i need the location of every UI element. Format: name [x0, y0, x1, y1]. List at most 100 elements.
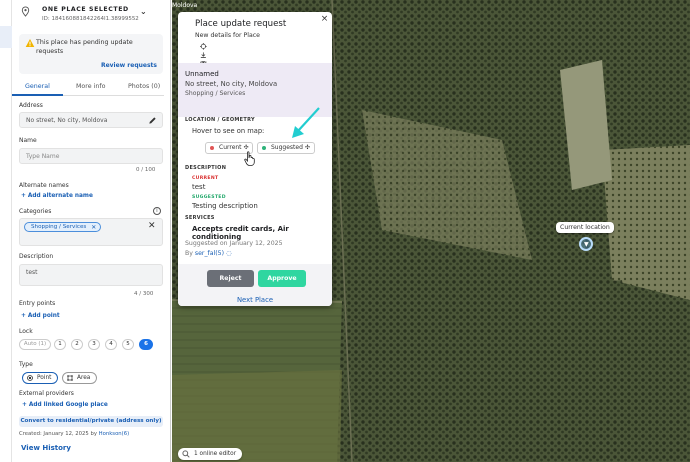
- add-google-place-link[interactable]: + Add linked Google place: [22, 402, 108, 408]
- suggested-description: Testing description: [192, 202, 258, 210]
- left-gutter: [0, 0, 12, 462]
- lock-3[interactable]: 3: [88, 339, 100, 350]
- lock-label: Lock: [19, 328, 33, 335]
- lock-2[interactable]: 2: [71, 339, 83, 350]
- address-field[interactable]: No street, No city, Moldova: [19, 112, 163, 128]
- suggested-pill-label: Suggested: [271, 144, 303, 151]
- name-counter: 0 / 100: [136, 167, 156, 173]
- description-value: test: [26, 269, 38, 276]
- pending-update-alert: This place has pending update requests R…: [19, 34, 163, 74]
- lock-1[interactable]: 1: [54, 339, 66, 350]
- lock-5[interactable]: 5: [122, 339, 134, 350]
- next-place-link[interactable]: Next Place: [178, 296, 332, 304]
- suggested-tag: SUGGESTED: [192, 195, 226, 200]
- type-label: Type: [19, 361, 33, 368]
- name-input[interactable]: Type Name: [19, 148, 163, 164]
- alternate-names-label: Alternate names: [19, 182, 69, 189]
- description-counter: 4 / 300: [134, 291, 154, 297]
- current-tag: CURRENT: [192, 176, 219, 181]
- lock-4[interactable]: 4: [105, 339, 117, 350]
- suggested-dot-icon: [262, 146, 266, 150]
- services-section-heading: SERVICES: [185, 215, 215, 221]
- category-chip[interactable]: Shopping / Services ✕: [24, 222, 102, 232]
- crosshair-icon[interactable]: [200, 43, 207, 50]
- type-point-button[interactable]: Point: [22, 372, 59, 384]
- popup-toolbar: [199, 43, 208, 76]
- approve-button[interactable]: Approve: [258, 270, 306, 287]
- location-section-heading: LOCATION / GEOMETRY: [185, 117, 255, 123]
- category-chip-label: Shopping / Services: [31, 224, 87, 230]
- categories-field[interactable]: Shopping / Services ✕ ✕: [19, 218, 163, 246]
- place-name: Unnamed: [185, 70, 219, 78]
- current-dot-icon: [210, 146, 214, 150]
- categories-label: Categories: [19, 208, 52, 215]
- name-label: Name: [19, 137, 37, 144]
- address-value: No street, No city, Moldova: [26, 117, 108, 124]
- view-history-link[interactable]: View History: [21, 444, 71, 452]
- alert-message: This place has pending update requests: [36, 39, 133, 55]
- created-user-link[interactable]: Honkson(6): [99, 431, 130, 437]
- description-label: Description: [19, 253, 54, 260]
- current-location-marker[interactable]: ▼: [579, 237, 593, 251]
- location-arrow-icon: ▼: [584, 241, 589, 248]
- external-providers-label: External providers: [19, 390, 74, 397]
- tab-bar: General More info Photos (0): [12, 80, 164, 96]
- info-icon[interactable]: i: [153, 207, 161, 215]
- editors-search-icon: [182, 450, 190, 458]
- chevron-down-icon[interactable]: ⌄: [140, 7, 147, 16]
- entry-points-label: Entry points: [19, 300, 56, 307]
- place-address: No street, No city, Moldova: [185, 80, 278, 88]
- add-alternate-name-link[interactable]: + Add alternate name: [21, 193, 93, 199]
- name-placeholder: Type Name: [26, 153, 60, 160]
- current-description: test: [192, 183, 206, 191]
- type-area-label: Area: [77, 375, 91, 381]
- pencil-icon[interactable]: [148, 116, 157, 125]
- current-location-tooltip: Current location: [556, 222, 614, 233]
- online-editors-text: 1 online editor: [194, 451, 237, 457]
- description-section-heading: DESCRIPTION: [185, 165, 227, 171]
- gutter-highlight: [0, 26, 12, 48]
- hand-cursor-icon: [244, 151, 255, 166]
- online-editors-badge[interactable]: 1 online editor: [178, 448, 243, 460]
- tab-photos[interactable]: Photos (0): [128, 83, 160, 90]
- warning-icon: [25, 39, 35, 47]
- services-value: Accepts credit cards, Air conditioning: [192, 225, 289, 241]
- lock-auto[interactable]: Auto (1): [19, 339, 51, 350]
- created-info: Created: January 12, 2025 by Honkson(6): [19, 431, 129, 437]
- chip-remove-icon[interactable]: ✕: [91, 223, 96, 232]
- selection-title: ONE PLACE SELECTED: [42, 6, 129, 13]
- suggested-by: By ser_fal(5) ◌: [185, 250, 231, 257]
- type-area-button[interactable]: Area: [62, 372, 98, 384]
- download-icon[interactable]: [200, 52, 207, 59]
- place-category: Shopping / Services: [185, 90, 246, 97]
- by-prefix: By: [185, 250, 195, 257]
- address-label: Address: [19, 102, 43, 109]
- point-radio-icon: [27, 375, 33, 381]
- close-icon[interactable]: ×: [319, 14, 330, 25]
- hover-hint: Hover to see on map:: [192, 127, 265, 135]
- popup-title: Place update request: [195, 19, 287, 29]
- annotation-arrow: [292, 107, 320, 138]
- convert-residential-button[interactable]: Convert to residential/private (address …: [19, 416, 163, 427]
- description-textarea[interactable]: test: [19, 264, 163, 286]
- clear-categories-icon[interactable]: ✕: [148, 221, 156, 231]
- place-id: ID: 184160881842264I1.38999552: [42, 16, 139, 22]
- reject-button[interactable]: Reject: [207, 270, 254, 287]
- comment-icon[interactable]: ◌: [226, 250, 231, 257]
- review-requests-link[interactable]: Review requests: [101, 62, 157, 69]
- created-text: Created: January 12, 2025 by: [19, 431, 99, 437]
- suggester-link[interactable]: ser_fal(5): [195, 250, 224, 257]
- suggested-date: Suggested on January 12, 2025: [185, 240, 283, 247]
- place-pin-icon: [21, 6, 30, 17]
- popup-subtitle: New details for Place: [195, 32, 260, 39]
- add-point-link[interactable]: + Add point: [21, 313, 60, 319]
- popup-actions: Reject Approve Next Place: [178, 264, 332, 306]
- area-icon: [67, 375, 73, 381]
- selection-header: ONE PLACE SELECTED ID: 184160881842264I1…: [20, 4, 168, 26]
- lock-6-selected[interactable]: 6: [139, 339, 153, 350]
- current-pill-label: Current: [219, 144, 242, 151]
- map-region-label: Moldova: [172, 2, 198, 9]
- type-point-label: Point: [37, 375, 52, 381]
- tab-more-info[interactable]: More info: [76, 83, 105, 90]
- tab-general[interactable]: General: [25, 83, 50, 90]
